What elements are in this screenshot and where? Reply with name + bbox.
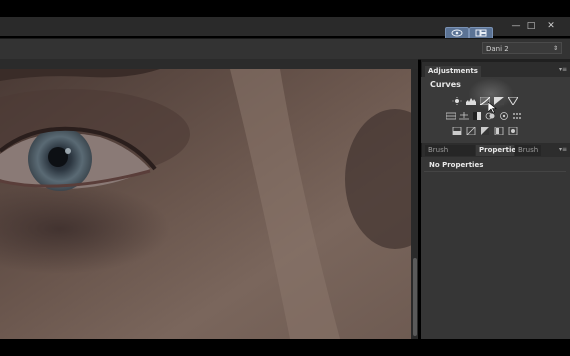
adjustments-section-title: Curves [430, 80, 461, 89]
close-button[interactable]: ✕ [542, 20, 560, 32]
properties-panel-menu-icon[interactable]: ▾≡ [559, 146, 567, 153]
threshold-icon[interactable] [480, 127, 490, 135]
no-properties-text: No Properties [429, 161, 484, 169]
tab-properties[interactable]: Properties [476, 145, 520, 156]
workspace-value: Dani 2 [486, 45, 509, 53]
hue-saturation-icon[interactable] [446, 112, 456, 120]
canvas-photo [0, 69, 411, 339]
canvas-scroll-thumb[interactable] [413, 258, 417, 336]
brightness-icon[interactable] [452, 97, 462, 105]
posterize-icon[interactable] [466, 127, 476, 135]
mouse-cursor-icon [488, 102, 497, 114]
selective-color-icon[interactable] [508, 127, 518, 135]
bottom-letterbox [0, 339, 570, 356]
tab-adjustments[interactable]: Adjustments [425, 66, 481, 77]
panel-menu-icon[interactable]: ▾≡ [559, 66, 567, 73]
chevron-updown-icon: ⇕ [552, 45, 558, 52]
vibrance-icon[interactable] [508, 97, 518, 105]
tab-brush-presets[interactable]: Brush Presets [425, 145, 475, 165]
screen-frame: — □ ✕ Dani 2 ⇕ Adjustments ▾≡ Curves Bru… [0, 0, 570, 356]
gradient-map-icon[interactable] [494, 127, 504, 135]
properties-panel-body [421, 157, 570, 339]
tab-brush[interactable]: Brush [515, 145, 541, 156]
invert-icon[interactable] [452, 127, 462, 135]
image-canvas[interactable] [0, 69, 411, 339]
black-white-icon[interactable] [472, 112, 482, 120]
properties-divider [424, 171, 566, 172]
layout-grid-icon [475, 29, 487, 37]
eye-icon [451, 29, 463, 37]
channel-mixer-icon[interactable] [499, 112, 509, 120]
maximize-button[interactable]: □ [522, 20, 540, 32]
color-balance-icon[interactable] [459, 112, 469, 120]
document-tab-strip [0, 59, 418, 69]
levels-icon[interactable] [466, 97, 476, 105]
workspace-select[interactable]: Dani 2 ⇕ [482, 42, 562, 54]
color-lookup-icon[interactable] [513, 112, 523, 120]
